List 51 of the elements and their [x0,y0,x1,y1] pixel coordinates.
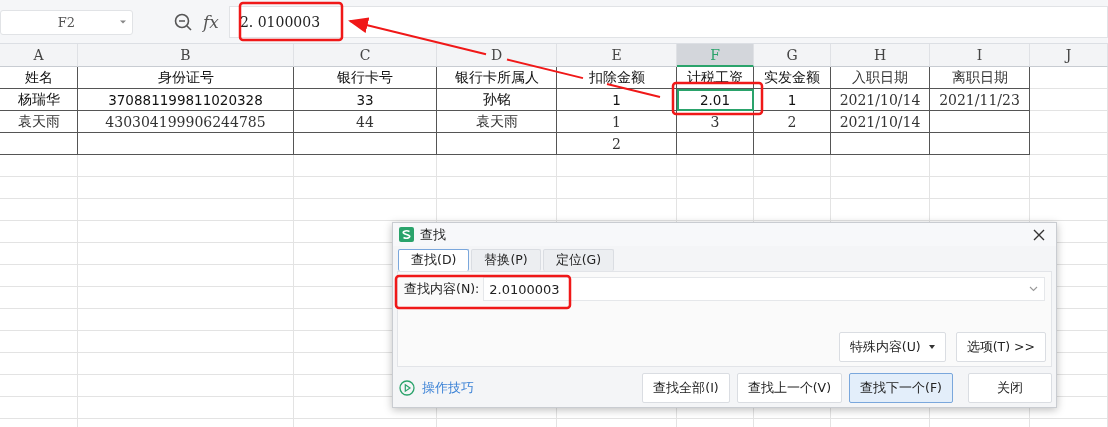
table-cell: 430304199906244785 [78,111,294,133]
table-cell: 身份证号 [78,67,294,89]
dialog-button[interactable]: 关闭 [968,373,1052,403]
dialog-tab[interactable]: 定位(G) [542,249,615,271]
tips-link[interactable]: 操作技巧 [422,379,474,397]
table-cell: 袁天雨 [437,111,557,133]
table-cell: 33 [294,89,437,111]
table-cell: 2021/10/14 [831,111,930,133]
dialog-tab[interactable]: 替换(P) [471,249,541,271]
table-cell: 2021/11/23 [930,89,1030,111]
column-header[interactable]: D [437,44,557,67]
dialog-title: 查找 [420,225,447,244]
table-cell: 1 [754,89,831,111]
dialog-button[interactable]: 查找全部(I) [642,373,730,403]
table-cell: 2 [557,133,677,155]
column-header[interactable]: J [1030,44,1108,67]
dialog-tab[interactable]: 查找(D) [398,249,470,271]
table-cell: 44 [294,111,437,133]
table-cell: 2 [754,111,831,133]
find-field[interactable]: 2.0100003 [483,277,1045,301]
column-header[interactable]: A [0,44,78,67]
column-header[interactable]: H [831,44,930,67]
formula-field[interactable]: 2. 0100003 [228,6,1108,38]
column-header[interactable]: B [78,44,294,67]
column-header[interactable]: G [754,44,831,67]
table-cell: 姓名 [0,67,78,89]
table-cell: 入职日期 [831,67,930,89]
table-cell: 3 [677,111,754,133]
table-cell: 扣除金额 [557,67,677,89]
function-label[interactable]: fx [203,12,219,32]
table-cell: 2.01 [677,89,754,111]
table-cell: 1 [557,89,677,111]
dialog-button[interactable]: 查找下一个(F) [849,373,953,403]
dropdown-button[interactable]: 特殊内容(U) [838,332,946,362]
table-cell: 离职日期 [930,67,1030,89]
table-cell: 1 [557,111,677,133]
find-label: 查找内容(N): [403,280,480,298]
table-cell: 2021/10/14 [831,89,930,111]
column-header[interactable]: E [557,44,677,67]
column-header[interactable]: I [930,44,1030,67]
name-box[interactable]: F2 [0,9,133,35]
options-button[interactable]: 选项(T) >> [955,332,1046,362]
table-cell: 杨瑞华 [0,89,78,111]
table-cell: 银行卡所属人 [437,67,557,89]
dialog-button[interactable]: 查找上一个(V) [736,373,843,403]
table-cell: 370881199811020328 [78,89,294,111]
column-header[interactable]: C [294,44,437,67]
table-cell: 实发金额 [754,67,831,89]
table-cell: 孙铭 [437,89,557,111]
table-cell: 银行卡号 [294,67,437,89]
table-cell: 袁天雨 [0,111,78,133]
